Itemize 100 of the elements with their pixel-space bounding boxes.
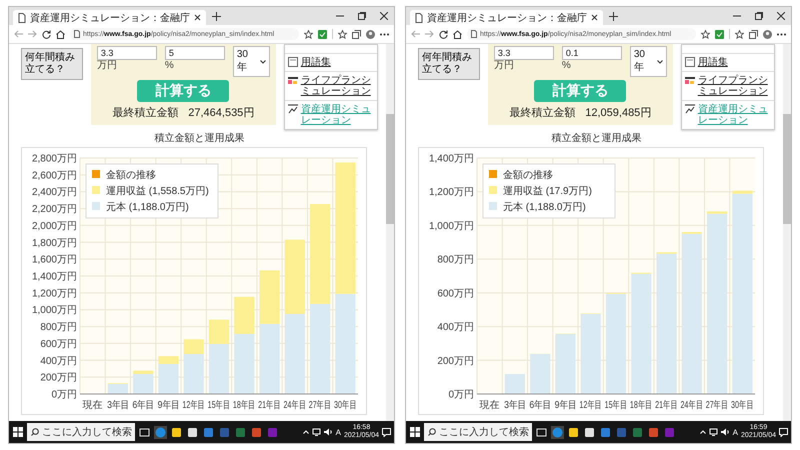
sidebar-link[interactable]: ライフプランシミュレーション — [284, 71, 377, 100]
bar-segment — [259, 270, 280, 324]
more-icon[interactable] — [777, 32, 786, 36]
speaker-icon[interactable] — [324, 428, 333, 436]
axis-label: 1,000万円 — [428, 220, 474, 232]
years-button[interactable]: 何年間積み立てる？ — [418, 48, 480, 80]
favorites-icon[interactable] — [338, 30, 347, 38]
axis-label: 18年目 — [232, 398, 256, 410]
input-mode-indicator[interactable]: A — [336, 428, 341, 436]
caret-icon — [656, 60, 663, 64]
axis-label: 21年目 — [655, 398, 678, 410]
legend-label: 金額の推移 — [503, 170, 553, 181]
axis-label: 0万円 — [448, 390, 474, 400]
close-icon[interactable] — [591, 14, 598, 21]
scrollbar[interactable] — [783, 44, 791, 421]
axis-label: 3年目 — [504, 399, 526, 410]
windows-logo-icon[interactable] — [12, 426, 24, 438]
axis-label: 2,600万円 — [32, 170, 77, 182]
axis-label: 3年目 — [107, 399, 129, 410]
axis-label: 6年目 — [529, 399, 551, 410]
refresh-icon[interactable] — [439, 30, 448, 38]
years-dropdown[interactable]: 30年 — [630, 46, 667, 77]
search-field[interactable]: ここに入力して検索 — [424, 423, 532, 441]
axis-label: 1,200万円 — [428, 187, 474, 198]
axis-label: 1,600万円 — [32, 254, 77, 266]
star-icon[interactable] — [701, 30, 710, 38]
extension-icon[interactable] — [318, 30, 327, 38]
close-icon[interactable] — [777, 12, 785, 20]
windows-logo-icon[interactable] — [409, 426, 421, 438]
line-chart-icon — [684, 104, 695, 114]
sidebar-link[interactable]: 用語集 — [284, 53, 377, 71]
axis-label: 2,200万円 — [32, 204, 77, 216]
home-icon[interactable] — [56, 30, 65, 38]
scrollbar-thumb[interactable] — [783, 114, 791, 224]
search-field[interactable]: ここに入力して検索 — [27, 423, 135, 441]
axis-label: 21年目 — [258, 398, 281, 410]
input-mode-indicator[interactable]: A — [732, 428, 738, 436]
home-icon[interactable] — [453, 30, 462, 38]
unit-label: % — [562, 60, 572, 72]
close-icon[interactable] — [194, 14, 201, 21]
years-dropdown[interactable]: 30年 — [232, 46, 270, 77]
speaker-icon[interactable] — [720, 428, 730, 436]
favorites-icon[interactable] — [735, 30, 744, 38]
line-chart-icon — [288, 104, 298, 114]
axis-label: 2,800万円 — [32, 154, 77, 164]
refresh-icon[interactable] — [42, 30, 51, 38]
browser-tab[interactable]: 資産運用シミュレーション：金融庁 — [410, 10, 603, 25]
scrollbar-thumb[interactable] — [386, 114, 394, 224]
page-icon — [74, 30, 80, 38]
unit-label: % — [164, 60, 175, 72]
browser-icon[interactable] — [154, 426, 167, 438]
monthly-amount-field[interactable]: 3.3 — [96, 46, 157, 60]
monthly-amount-field[interactable]: 3.3 — [494, 46, 554, 60]
new-tab-icon[interactable] — [212, 12, 221, 20]
axis-label: 9年目 — [158, 399, 180, 410]
page-icon — [471, 30, 477, 38]
axis-label: 200万円 — [437, 356, 474, 367]
task-view-icon[interactable] — [138, 426, 151, 438]
sidebar-link[interactable]: ライフプランシミュレーション — [682, 71, 774, 100]
chart-title: 積立金額と運用成果 — [552, 132, 642, 145]
axis-label: 27年目 — [706, 398, 728, 410]
collections-icon[interactable] — [749, 30, 758, 38]
profile-icon[interactable] — [763, 30, 772, 38]
axis-label: 30年目 — [731, 398, 754, 410]
up-caret-icon[interactable] — [302, 430, 309, 434]
scrollbar[interactable] — [386, 44, 394, 421]
axis-label: 24年目 — [680, 398, 704, 410]
restore-icon[interactable] — [358, 12, 366, 20]
axis-label: 800万円 — [40, 322, 77, 334]
profile-icon[interactable] — [366, 30, 375, 38]
network-icon[interactable] — [312, 428, 321, 436]
notification-icon[interactable] — [382, 428, 391, 436]
extension-icon[interactable] — [715, 30, 724, 38]
result-value: 12,059,485円 — [585, 106, 652, 120]
caret-icon — [260, 60, 266, 64]
browser-icon[interactable] — [551, 426, 564, 438]
axis-label: 1,800万円 — [32, 238, 77, 249]
axis-label: 9年目 — [554, 399, 576, 410]
axis-label: 600万円 — [437, 288, 474, 300]
axis-label: 200万円 — [40, 372, 77, 384]
rate-field[interactable]: 5 — [164, 46, 225, 60]
axis-label: 6年目 — [132, 399, 154, 410]
close-icon[interactable] — [380, 12, 388, 20]
restore-icon[interactable] — [755, 12, 763, 20]
task-view-icon[interactable] — [535, 426, 548, 438]
axis-label: 600万円 — [40, 338, 77, 350]
years-button[interactable]: 何年間積み立てる？ — [21, 48, 83, 80]
more-icon[interactable] — [380, 32, 389, 36]
collections-icon[interactable] — [352, 30, 361, 38]
new-tab-icon[interactable] — [609, 12, 618, 20]
rate-field[interactable]: 0.1 — [562, 46, 622, 60]
notebook-icon — [288, 57, 298, 67]
sidebar-link[interactable]: 用語集 — [682, 53, 774, 71]
browser-tab[interactable]: 資産運用シミュレーション：金融庁 — [13, 10, 206, 25]
axis-label: 1,000万円 — [32, 305, 77, 316]
up-caret-icon[interactable] — [700, 430, 706, 434]
star-icon[interactable] — [304, 30, 313, 38]
notification-icon[interactable] — [779, 428, 788, 436]
unit-label: 万円 — [96, 60, 118, 72]
network-icon[interactable] — [708, 428, 718, 436]
